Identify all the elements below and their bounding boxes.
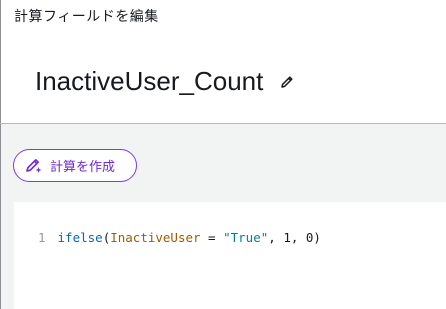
edit-calculated-field-panel: 計算フィールドを編集 InactiveUser_Count 計算を作成 1 if… [0, 0, 446, 309]
code-line: 1 ifelse ( InactiveUser = "True" , 1, 0) [38, 230, 321, 245]
code-operator-token: = [200, 230, 224, 245]
code-args-token: , 1, 0) [268, 230, 321, 245]
code-editor[interactable]: 1 ifelse ( InactiveUser = "True" , 1, 0) [14, 202, 446, 309]
code-function-token: ifelse [57, 230, 103, 245]
dialog-title: 計算フィールドを編集 [14, 9, 159, 25]
field-name[interactable]: InactiveUser_Count [35, 66, 263, 97]
code-string-token: "True" [223, 230, 269, 245]
panel-header: 計算フィールドを編集 InactiveUser_Count [1, 0, 446, 123]
field-name-row: InactiveUser_Count [35, 66, 297, 97]
pencil-icon [281, 75, 293, 88]
line-number: 1 [38, 230, 46, 245]
edit-name-button[interactable] [277, 72, 297, 92]
sparkle-pencil-icon [26, 158, 42, 173]
create-calculation-label: 計算を作成 [50, 160, 116, 175]
code-paren-token: ( [102, 230, 111, 245]
code-field-token: InactiveUser [110, 230, 201, 245]
create-calculation-button[interactable]: 計算を作成 [13, 149, 137, 182]
